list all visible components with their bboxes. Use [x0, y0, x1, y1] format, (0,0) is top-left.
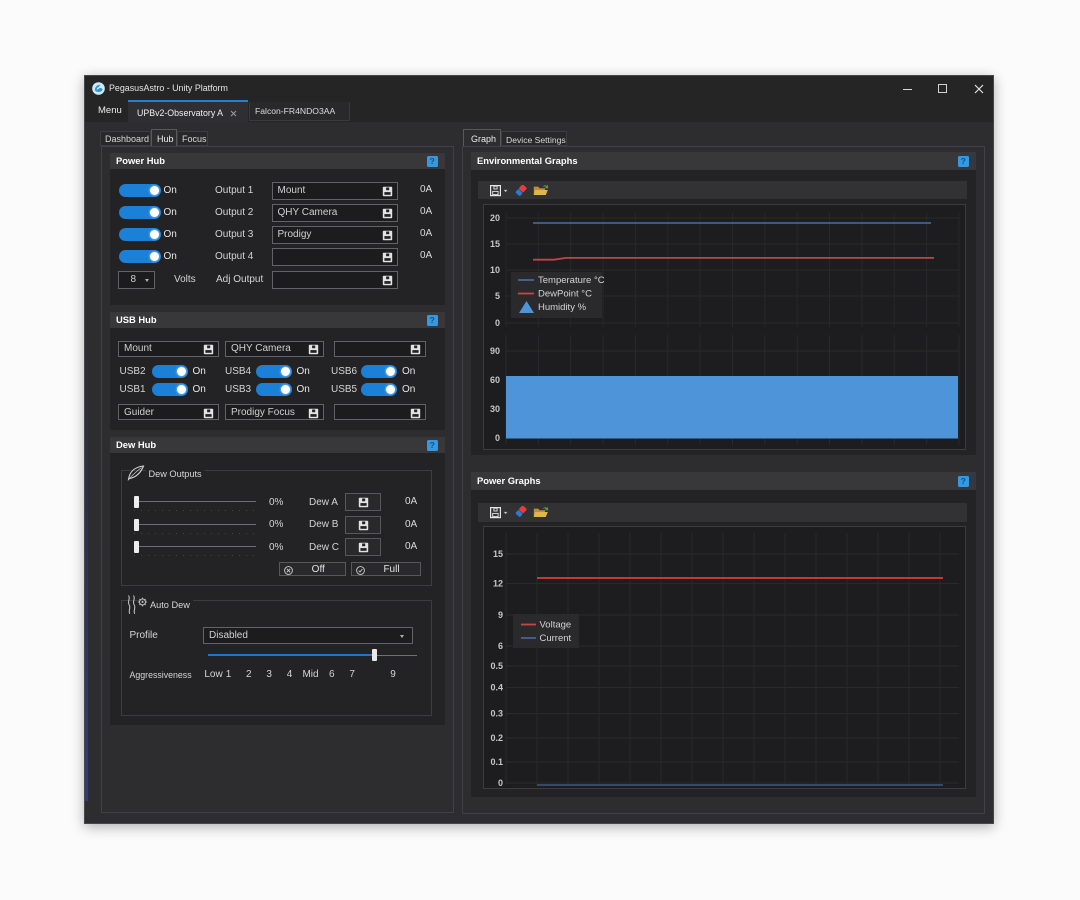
svg-text:60: 60 [490, 375, 500, 385]
svg-text:0.4: 0.4 [490, 683, 503, 693]
svg-text:12: 12 [493, 579, 503, 589]
svg-text:DewPoint °C: DewPoint °C [538, 289, 592, 300]
svg-text:0.1: 0.1 [490, 757, 503, 767]
svg-text:30: 30 [490, 404, 500, 414]
svg-text:90: 90 [490, 346, 500, 356]
svg-text:Voltage: Voltage [540, 620, 572, 631]
svg-text:0: 0 [495, 318, 500, 328]
svg-text:0: 0 [498, 778, 503, 788]
svg-text:0: 0 [495, 433, 500, 443]
svg-text:0.3: 0.3 [490, 709, 503, 719]
svg-text:15: 15 [493, 549, 503, 559]
svg-text:6: 6 [498, 641, 503, 651]
svg-text:0.5: 0.5 [490, 661, 503, 671]
svg-text:9: 9 [498, 610, 503, 620]
svg-text:0.2: 0.2 [490, 733, 503, 743]
svg-text:10: 10 [490, 265, 500, 275]
svg-text:20: 20 [490, 213, 500, 223]
svg-text:5: 5 [495, 291, 500, 301]
svg-text:Current: Current [540, 633, 572, 644]
svg-text:Humidity %: Humidity % [538, 302, 587, 313]
svg-text:Temperature °C: Temperature °C [538, 275, 605, 286]
svg-text:15: 15 [490, 239, 500, 249]
